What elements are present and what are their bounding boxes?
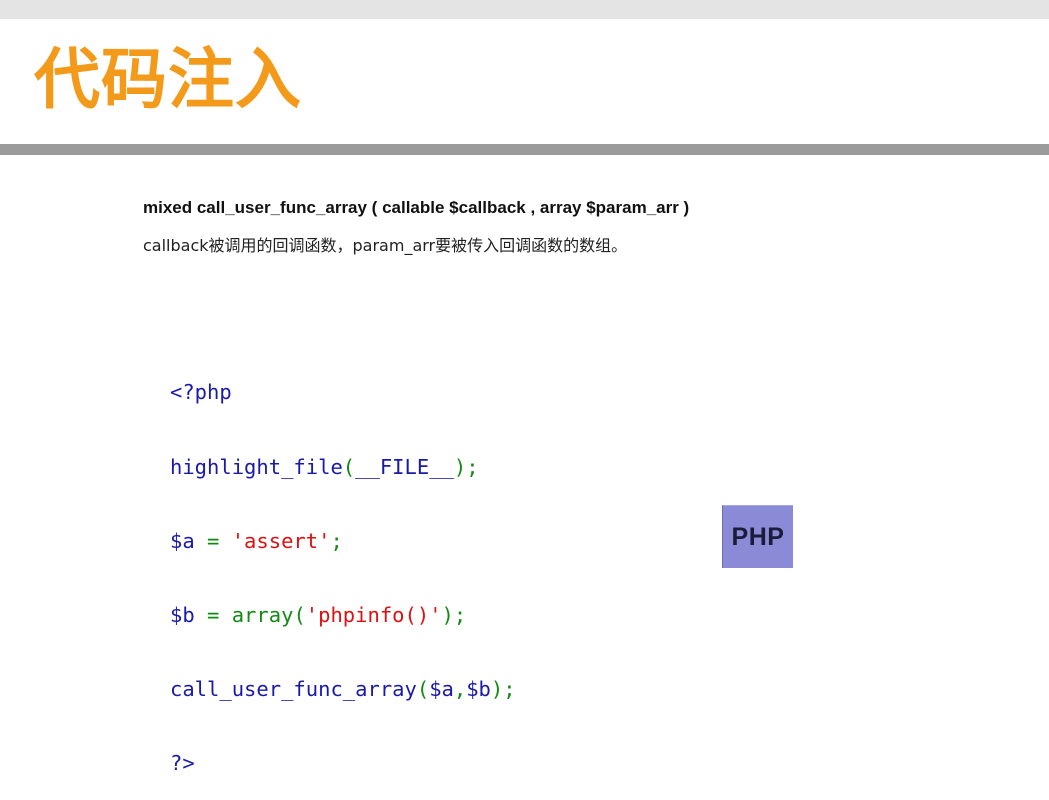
code-function-name: array	[231, 602, 294, 627]
code-operator: =	[194, 602, 232, 627]
code-paren: );	[490, 676, 516, 701]
code-function-name: call_user_func_array	[170, 676, 417, 701]
code-line-4: $b = array('phpinfo()');	[170, 603, 516, 628]
code-paren: (	[416, 676, 430, 701]
code-paren: );	[453, 454, 479, 479]
php-open-tag: <?php	[170, 380, 232, 405]
top-strip	[0, 0, 1049, 19]
code-operator: =	[194, 528, 232, 553]
php-close-tag: ?>	[170, 750, 195, 775]
code-line-1: <?php	[170, 380, 516, 405]
code-string: 'assert'	[231, 528, 331, 553]
code-block: <?php highlight_file(__FILE__); $a = 'as…	[170, 331, 516, 800]
code-constant: __FILE__	[355, 454, 454, 479]
code-variable: $b	[466, 676, 491, 701]
title-divider	[0, 144, 1049, 155]
php-logo-text: PHP	[731, 522, 785, 551]
slide-title: 代码注入	[34, 41, 302, 118]
code-string: 'phpinfo()'	[305, 602, 442, 627]
code-variable: $b	[170, 602, 195, 627]
code-comma: ,	[453, 676, 467, 701]
code-line-3: $a = 'assert';	[170, 529, 516, 554]
function-signature: mixed call_user_func_array ( callable $c…	[143, 198, 690, 217]
function-description: callback被调用的回调函数，param_arr要被传入回调函数的数组。	[143, 236, 628, 255]
php-logo: PHP	[722, 505, 793, 568]
code-paren: );	[441, 602, 467, 627]
code-line-2: highlight_file(__FILE__);	[170, 455, 516, 480]
code-line-5: call_user_func_array($a,$b);	[170, 677, 516, 702]
code-variable: $a	[170, 528, 195, 553]
code-paren: (	[293, 602, 306, 627]
code-line-6: ?>	[170, 751, 516, 776]
code-semicolon: ;	[330, 528, 343, 553]
code-paren: (	[342, 454, 356, 479]
code-function-name: highlight_file	[170, 454, 343, 479]
code-variable: $a	[429, 676, 454, 701]
